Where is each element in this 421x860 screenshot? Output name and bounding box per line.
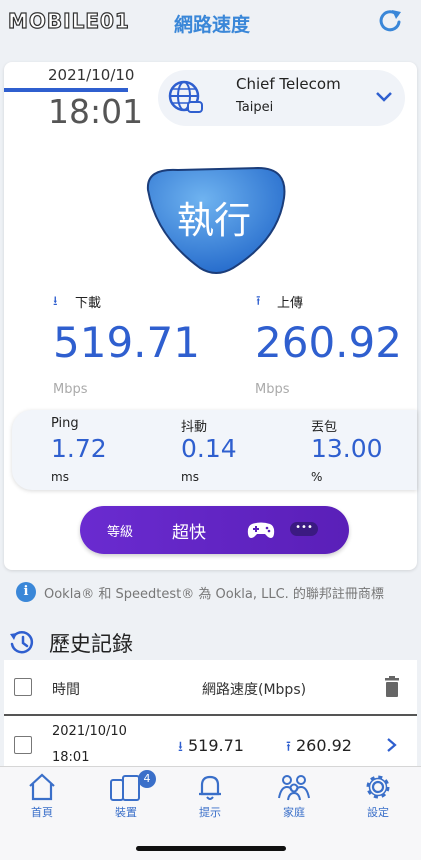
result-card: [4, 62, 417, 570]
tab-family-label: 家庭: [283, 806, 305, 819]
chevron-right-icon[interactable]: [382, 736, 400, 754]
row-upload: ⭱ 260.92: [286, 736, 352, 760]
result-time: 18:01: [48, 92, 144, 131]
trademark-notice: Ookla® 和 Speedtest® 為 Ookla, LLC. 的聯邦註冊商…: [44, 587, 384, 602]
ping-label: Ping: [51, 416, 79, 431]
refresh-icon[interactable]: [375, 6, 405, 36]
download-label: 下載: [75, 296, 102, 311]
col-speed-header: 網路速度(Mbps): [202, 682, 307, 698]
upload-arrow-icon: ⭱: [286, 739, 291, 755]
jitter-value: 0.14: [181, 434, 237, 463]
ping-unit: ms: [51, 470, 69, 484]
download-arrow-icon: ⭳: [53, 294, 58, 309]
more-dots: •••: [290, 522, 318, 536]
row-checkbox[interactable]: [14, 736, 32, 754]
select-all-checkbox[interactable]: [14, 678, 32, 696]
table-divider: [4, 714, 417, 716]
page-title: 網路速度: [174, 14, 251, 36]
ping-value: 1.72: [51, 434, 107, 463]
go-button-label: 執行: [177, 199, 251, 242]
result-date: 2021/10/10: [48, 66, 135, 84]
info-icon: i: [16, 582, 36, 602]
row-date: 2021/10/10: [52, 724, 127, 739]
gear-icon: [366, 775, 390, 799]
tab-home-label: 首頁: [31, 806, 53, 819]
chevron-down-icon[interactable]: [374, 86, 394, 106]
home-icon: [29, 773, 55, 801]
upload-label: 上傳: [277, 296, 304, 311]
devices-badge: 4: [138, 770, 156, 788]
bell-icon: [199, 775, 221, 800]
globe-icon: [166, 78, 206, 118]
gamepad-icon: [246, 518, 276, 542]
logo-text: MOBILE01: [7, 8, 130, 33]
download-value: 519.71: [53, 318, 200, 367]
tab-family[interactable]: 家庭: [264, 772, 324, 820]
row-download-value: 519.71: [188, 736, 244, 755]
loss-unit: %: [311, 470, 323, 484]
upload-unit: Mbps: [255, 382, 290, 397]
server-city: Taipei: [236, 100, 274, 115]
history-title: 歷史記錄: [49, 632, 133, 656]
download-unit: Mbps: [53, 382, 88, 397]
tab-settings[interactable]: 設定: [348, 772, 408, 820]
col-time-header: 時間: [52, 682, 80, 698]
home-indicator: [136, 846, 286, 851]
tab-devices-label: 裝置: [115, 806, 137, 819]
upload-arrow-icon: ⭱: [256, 294, 261, 309]
grade-label: 等級: [107, 525, 134, 540]
loss-label: 丟包: [311, 420, 338, 435]
row-time: 18:01: [52, 750, 90, 765]
family-icon: [278, 775, 310, 801]
grade-value: 超快: [172, 523, 206, 543]
row-download: ⭳ 519.71: [178, 736, 244, 760]
tab-home[interactable]: 首頁: [12, 772, 72, 820]
loss-value: 13.00: [311, 434, 383, 463]
upload-value: 260.92: [255, 318, 402, 367]
trash-icon[interactable]: [382, 676, 402, 698]
jitter-unit: ms: [181, 470, 199, 484]
tab-alerts-label: 提示: [199, 806, 221, 819]
server-name: Chief Telecom: [236, 75, 341, 93]
history-icon: [8, 628, 36, 656]
tab-alerts[interactable]: 提示: [180, 772, 240, 820]
tab-settings-label: 設定: [367, 806, 389, 819]
jitter-label: 抖動: [181, 420, 208, 435]
row-upload-value: 260.92: [296, 736, 352, 755]
mobile01-logo[interactable]: MOBILE01: [7, 6, 146, 36]
download-arrow-icon: ⭳: [178, 739, 183, 755]
